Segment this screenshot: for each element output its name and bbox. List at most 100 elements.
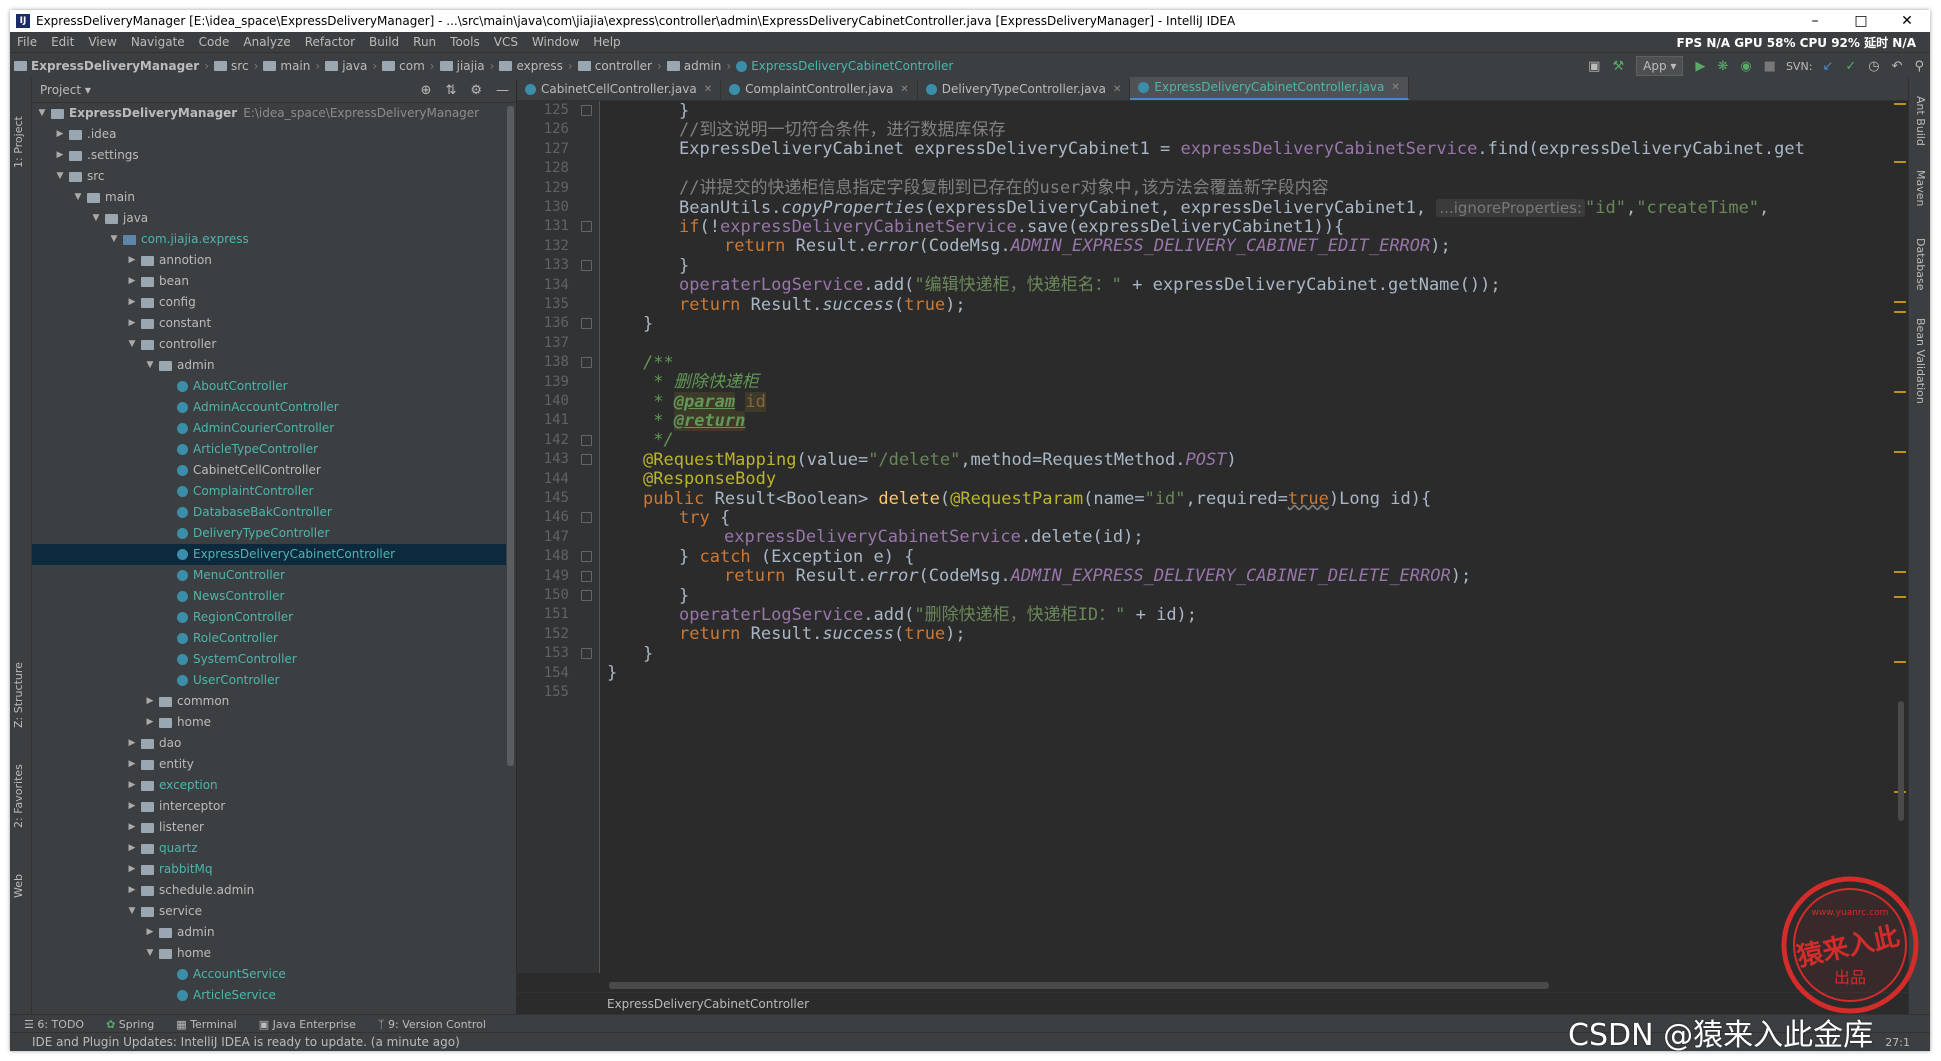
editor-horizontal-scrollbar[interactable] [609,982,1549,989]
code-lines[interactable]: } //到这说明一切符合条件，进行数据库保存 ExpressDeliveryCa… [607,101,1908,973]
crumb-project[interactable]: ExpressDeliveryManager [10,59,203,73]
tree-folder-item[interactable]: ▶ config [32,292,506,313]
gear-icon[interactable]: ⚙ [463,83,489,98]
status-message[interactable]: IDE and Plugin Updates: IntelliJ IDEA is… [32,1035,460,1049]
tree-folder-item[interactable]: ▶ listener [32,817,506,838]
project-structure-icon[interactable]: ▣ [1582,59,1606,74]
tree-folder-item[interactable]: ▼ controller [32,334,506,355]
tree-class-item[interactable]: ArticleService [32,985,506,1006]
fold-marker-icon[interactable] [581,221,592,233]
chevron-right-icon[interactable]: ▶ [126,250,138,271]
tree-folder-item[interactable]: ▶ bean [32,271,506,292]
tree-class-item[interactable]: NewsController [32,586,506,607]
chevron-right-icon[interactable]: ▶ [126,859,138,880]
tree-class-item[interactable]: RegionController [32,607,506,628]
build-hammer-icon[interactable]: ⚒ [1606,59,1630,74]
tree-folder-item[interactable]: ▶ interceptor [32,796,506,817]
svn-history-icon[interactable]: ◷ [1862,59,1885,74]
collapse-icon[interactable]: ⇅ [438,83,463,98]
menu-window[interactable]: Window [525,35,586,49]
tree-class-item[interactable]: ExpressDeliveryCabinetController [32,544,506,565]
terminal-tool-tab[interactable]: ▦ Terminal [162,1018,244,1031]
search-icon[interactable]: ⚲ [1908,59,1930,74]
fold-marker-icon[interactable] [581,551,592,563]
menu-refactor[interactable]: Refactor [298,35,362,49]
crumb-jiajia[interactable]: jiajia [436,59,489,73]
tree-folder-item[interactable]: ▶ admin [32,922,506,943]
fold-marker-icon[interactable] [581,357,592,369]
database-tool-tab[interactable]: Database [1914,238,1927,291]
fold-marker-icon[interactable] [581,648,592,660]
version-control-tool-tab[interactable]: ᛉ 9: Version Control [364,1018,494,1031]
run-icon[interactable]: ▶ [1689,59,1711,74]
fold-marker-icon[interactable] [581,318,592,330]
error-stripe-marker[interactable] [1894,451,1906,453]
project-tool-tab[interactable]: 1: Project [12,116,25,168]
tree-class-item[interactable]: DeliveryTypeController [32,523,506,544]
chevron-down-icon[interactable]: ▼ [72,187,84,208]
tree-folder-item[interactable]: ▶ common [32,691,506,712]
project-view-select[interactable]: Project ▾ [40,83,91,97]
tree-class-item[interactable]: SystemController [32,649,506,670]
close-tab-icon[interactable]: ✕ [1391,77,1399,98]
crumb-express[interactable]: express [495,59,566,73]
chevron-right-icon[interactable]: ▶ [126,838,138,859]
tree-class-item[interactable]: UserController [32,670,506,691]
fold-marker-icon[interactable] [581,260,592,272]
chevron-right-icon[interactable]: ▶ [126,796,138,817]
tree-class-item[interactable]: ArticleTypeController [32,439,506,460]
fold-marker-icon[interactable] [581,590,592,601]
close-tab-icon[interactable]: ✕ [900,79,908,100]
tree-folder-item[interactable]: ▶ home [32,712,506,733]
menu-edit[interactable]: Edit [44,35,81,49]
tree-folder-item[interactable]: ▶ annotion [32,250,506,271]
hide-icon[interactable]: — [489,83,516,98]
chevron-right-icon[interactable]: ▶ [126,754,138,775]
chevron-down-icon[interactable]: ▼ [90,208,102,229]
web-tool-tab[interactable]: Web [12,874,25,898]
chevron-right-icon[interactable]: ▶ [54,145,66,166]
menu-view[interactable]: View [81,35,123,49]
coverage-icon[interactable]: ◉ [1734,59,1757,74]
menu-file[interactable]: File [10,35,44,49]
tree-class-item[interactable]: AdminCourierController [32,418,506,439]
debug-icon[interactable]: ❋ [1711,59,1734,74]
tree-folder-item[interactable]: ▼ home [32,943,506,964]
structure-tool-tab[interactable]: Z: Structure [12,662,25,728]
error-stripe-marker[interactable] [1894,311,1906,313]
tree-folder-item[interactable]: ▼ src [32,166,506,187]
tree-class-item[interactable]: AboutController [32,376,506,397]
tab-express-delivery-cabinet[interactable]: ExpressDeliveryCabinetController.java ✕ [1130,77,1409,100]
tree-folder-item[interactable]: ▶ entity [32,754,506,775]
fold-marker-icon[interactable] [581,454,592,466]
error-stripe-marker[interactable] [1894,391,1906,393]
tree-class-item[interactable]: MenuController [32,565,506,586]
tree-folder-item[interactable]: ▶ .settings [32,145,506,166]
chevron-down-icon[interactable]: ▼ [144,355,156,376]
chevron-down-icon[interactable]: ▼ [126,901,138,922]
fold-marker-icon[interactable] [581,512,592,524]
chevron-right-icon[interactable]: ▶ [126,733,138,754]
tree-folder-item[interactable]: ▶ dao [32,733,506,754]
menu-tools[interactable]: Tools [443,35,487,49]
code-editor[interactable]: 125 126 127 128 129 130 131 132 133 134 135 136 137 1… [517,101,1908,973]
error-stripe-marker[interactable] [1894,571,1906,573]
error-stripe-marker[interactable] [1894,103,1906,105]
stop-icon[interactable]: ■ [1758,59,1782,74]
chevron-right-icon[interactable]: ▶ [144,712,156,733]
crumb-controller[interactable]: controller [574,59,656,73]
menu-analyze[interactable]: Analyze [236,35,297,49]
crumb-admin[interactable]: admin [663,59,726,73]
error-stripe-marker[interactable] [1894,661,1906,663]
tree-class-item[interactable]: AdminAccountController [32,397,506,418]
chevron-right-icon[interactable]: ▶ [126,775,138,796]
tree-folder-item[interactable]: ▼ main [32,187,506,208]
tree-folder-item[interactable]: ▶ schedule.admin [32,880,506,901]
chevron-right-icon[interactable]: ▶ [126,271,138,292]
menu-help[interactable]: Help [586,35,627,49]
error-stripe-marker[interactable] [1894,596,1906,598]
tab-delivery-type[interactable]: DeliveryTypeController.java ✕ [918,79,1131,100]
chevron-down-icon[interactable]: ▼ [108,229,120,250]
crumb-src[interactable]: src [210,59,253,73]
ant-build-tool-tab[interactable]: Ant Build [1914,96,1927,146]
